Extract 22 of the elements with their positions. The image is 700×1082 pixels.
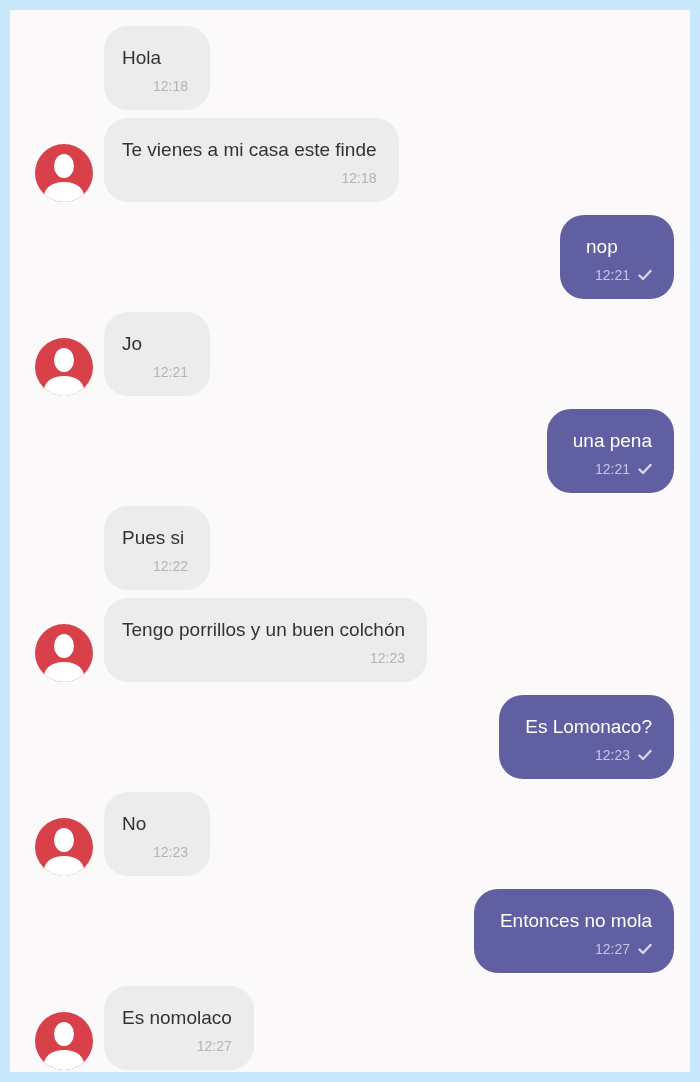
message-time: 12:21 xyxy=(594,266,630,284)
message-text: nop xyxy=(586,235,619,259)
message-time: 12:27 xyxy=(196,1037,232,1055)
message-time: 12:23 xyxy=(370,649,406,667)
message-text: Hola xyxy=(122,46,163,70)
message-text: una pena xyxy=(572,429,652,453)
message-time: 12:23 xyxy=(594,746,630,764)
message-time: 12:18 xyxy=(152,77,188,95)
message-time: 12:18 xyxy=(341,169,377,187)
message-text: Entonces no mola xyxy=(499,909,652,933)
message-text: Te vienes a mi casa este finde xyxy=(122,138,377,162)
message-text: Pues si xyxy=(122,526,186,550)
message-text: Tengo porrillos y un buen colchón xyxy=(122,618,406,642)
message-time: 12:21 xyxy=(152,363,188,381)
message-time: 12:22 xyxy=(152,557,188,575)
message-time: 12:23 xyxy=(152,843,188,861)
message-text: Es nomolaco xyxy=(122,1006,232,1030)
message-text: Jo xyxy=(122,332,144,356)
message-time: 12:21 xyxy=(594,460,630,478)
message-text: Es Lomonaco? xyxy=(525,715,652,739)
message-time: 12:27 xyxy=(594,940,630,958)
message-text: No xyxy=(122,812,148,836)
